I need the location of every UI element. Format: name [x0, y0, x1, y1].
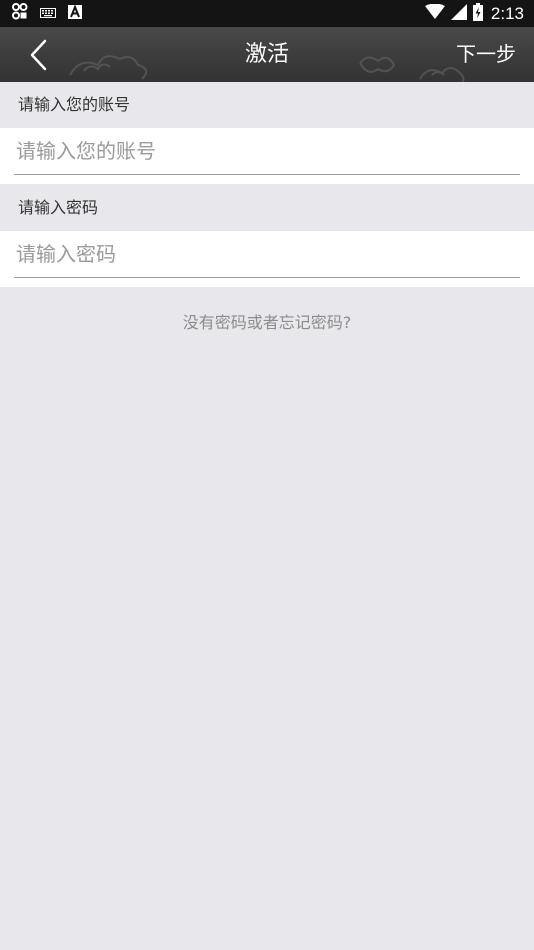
status-left-icons: [12, 3, 94, 24]
status-right-icons: 2:13: [419, 2, 524, 25]
account-input[interactable]: [14, 128, 520, 175]
password-label: 请输入密码: [18, 198, 99, 217]
chevron-left-icon: [30, 39, 47, 71]
font-a-icon: [68, 4, 82, 23]
password-field-row: [0, 231, 534, 287]
account-field-row: [0, 128, 534, 184]
status-time: 2:13: [490, 4, 524, 23]
next-button[interactable]: 下一步: [456, 27, 516, 82]
status-bar: 2:13: [0, 0, 534, 27]
battery-charging-icon: [472, 2, 483, 25]
forgot-password-link[interactable]: 没有密码或者忘记密码?: [0, 308, 534, 338]
password-input[interactable]: [14, 231, 520, 278]
keyboard-icon: [40, 4, 56, 23]
cloud-pattern-icon: [69, 55, 465, 82]
wifi-icon: [424, 3, 445, 24]
app-bar: 激活 下一步: [0, 27, 534, 82]
game-controller-icon: [12, 3, 28, 24]
back-button[interactable]: [20, 35, 60, 75]
cell-signal-icon: [450, 3, 467, 24]
account-label: 请输入您的账号: [18, 95, 131, 114]
